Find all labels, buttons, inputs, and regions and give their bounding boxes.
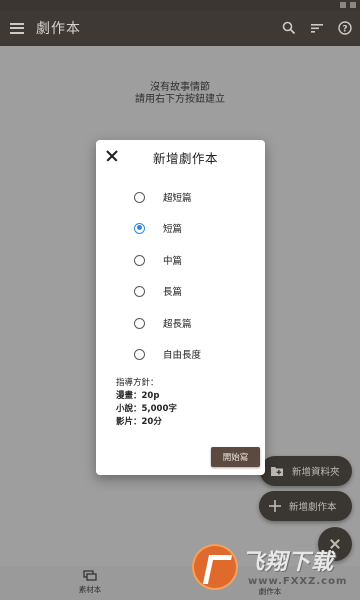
nav-item-materials[interactable]: 素材本: [55, 570, 125, 595]
app-bar-actions: ?: [282, 10, 352, 46]
radio-button[interactable]: [134, 317, 145, 329]
help-icon[interactable]: ?: [338, 21, 352, 35]
empty-state-line-2: 請用右下方按鈕建立: [135, 94, 225, 105]
option-label: 自由長度: [163, 350, 202, 361]
app-bar: 劇作本 ?: [0, 10, 360, 46]
nav-materials-label: 素材本: [78, 585, 102, 594]
status-icons: [340, 0, 356, 10]
option-medium[interactable]: 中篇: [134, 252, 182, 268]
radio-button[interactable]: [134, 348, 145, 360]
app-title: 劇作本: [36, 21, 81, 37]
new-folder-label: 新增資料夾: [292, 467, 340, 478]
guide-film: 影片：20分: [116, 417, 162, 427]
guideline-text: 指導方針： 漫畫：20p 小說：5,000字 影片：20分: [116, 377, 177, 429]
folder-plus-icon: [271, 467, 283, 476]
status-bar: [0, 0, 360, 10]
new-script-label: 新增劇作本: [289, 502, 337, 513]
option-short[interactable]: 短篇: [134, 220, 182, 236]
radio-button[interactable]: [134, 191, 145, 203]
battery-icon: [350, 2, 356, 8]
start-writing-button[interactable]: 開始寫: [211, 447, 260, 467]
guide-novel: 小說：5,000字: [116, 404, 177, 414]
plus-icon: [269, 500, 281, 512]
watermark-text: 飞翔下载: [242, 550, 335, 575]
signal-icon: [340, 2, 346, 8]
watermark-logo-icon: [194, 546, 236, 588]
menu-icon[interactable]: [10, 22, 24, 34]
watermark-url: www.FXXZ.com: [248, 576, 348, 587]
option-free-length[interactable]: 自由長度: [134, 346, 201, 362]
empty-state-line-1: 沒有故事情節: [150, 82, 210, 93]
option-label: 長篇: [163, 287, 183, 298]
guide-heading: 指導方針：: [116, 378, 159, 388]
option-label: 超長篇: [163, 319, 192, 330]
search-icon[interactable]: [282, 21, 296, 35]
option-label: 短篇: [163, 224, 183, 235]
option-label: 超短篇: [163, 193, 192, 204]
dialog-title: 新增劇作本: [152, 151, 218, 166]
radio-button[interactable]: [134, 285, 145, 297]
empty-state-message: 沒有故事情節 請用右下方按鈕建立: [0, 82, 360, 106]
watermark: 飞翔下载 www.FXXZ.com: [190, 540, 350, 600]
new-folder-button[interactable]: 新增資料夾: [260, 456, 352, 486]
chat-icon: [83, 570, 97, 581]
option-extra-long[interactable]: 超長篇: [134, 315, 192, 331]
option-long[interactable]: 長篇: [134, 283, 182, 299]
new-script-dialog: 新增劇作本 超短篇 短篇 中篇 長篇 超長篇 自由長度 指導方針： 漫畫：20p: [96, 140, 265, 475]
radio-button[interactable]: [134, 254, 145, 266]
sort-icon[interactable]: [310, 22, 324, 34]
option-extra-short[interactable]: 超短篇: [134, 189, 192, 205]
svg-text:?: ?: [342, 25, 347, 35]
radio-button-checked[interactable]: [134, 222, 145, 234]
option-label: 中篇: [163, 256, 183, 267]
guide-comic: 漫畫：20p: [116, 391, 160, 401]
new-script-button[interactable]: 新增劇作本: [259, 491, 352, 521]
